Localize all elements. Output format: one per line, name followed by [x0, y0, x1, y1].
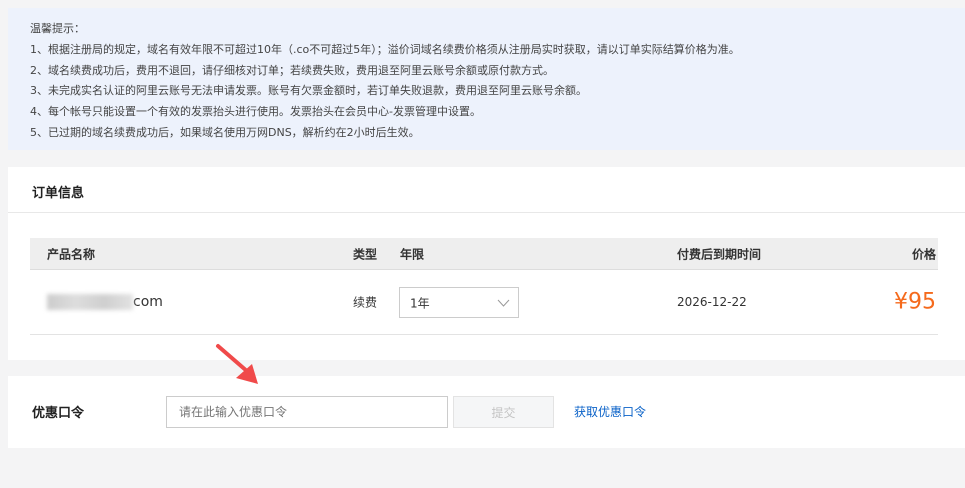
- submit-button[interactable]: 提交: [453, 396, 554, 428]
- order-info-title: 订单信息: [32, 186, 85, 201]
- notice-line: 3、未完成实名认证的阿里云账号无法申请发票。账号有欠票金额时，若订单失败退款，费…: [30, 84, 587, 98]
- coupon-label: 优惠口令: [32, 406, 85, 421]
- order-info-panel: 订单信息 产品名称 类型 年限 付费后到期时间 价格 com 续费 1年 202…: [8, 167, 965, 360]
- price: ¥95: [894, 289, 936, 315]
- coupon-panel: 优惠口令 提交 获取优惠口令: [8, 376, 965, 448]
- blurred-domain: [47, 294, 133, 310]
- table-header: 产品名称 类型 年限 付费后到期时间 价格: [30, 238, 938, 270]
- chevron-down-icon: [497, 296, 510, 310]
- domain-name: com: [47, 294, 163, 310]
- notice-line: 5、已过期的域名续费成功后，如果域名使用万网DNS，解析约在2小时后生效。: [30, 125, 420, 139]
- notice-line: 4、每个帐号只能设置一个有效的发票抬头进行使用。发票抬头在会员中心-发票管理中设…: [30, 105, 481, 119]
- get-coupon-link[interactable]: 获取优惠口令: [574, 403, 646, 420]
- header-product: 产品名称: [47, 247, 96, 261]
- header-type: 类型: [353, 247, 378, 261]
- header-price: 价格: [911, 247, 936, 261]
- notice-box: 温馨提示： 1、根据注册局的规定，域名有效年限不可超过10年（.co不可超过5年…: [8, 8, 965, 150]
- expiry-date: 2026-12-22: [677, 295, 747, 309]
- divider: [8, 212, 965, 213]
- red-arrow-annotation: [216, 344, 258, 384]
- header-expiry: 付费后到期时间: [677, 247, 762, 261]
- header-years: 年限: [400, 247, 425, 261]
- years-select[interactable]: 1年: [399, 287, 519, 318]
- order-type: 续费: [353, 295, 378, 310]
- years-value: 1年: [410, 296, 430, 310]
- notice-line: 1、根据注册局的规定，域名有效年限不可超过10年（.co不可超过5年）；溢价词域…: [30, 42, 740, 56]
- notice-title: 温馨提示：: [30, 22, 85, 35]
- coupon-input[interactable]: [166, 396, 448, 428]
- notice-line: 2、域名续费成功后，费用不退回，请仔细核对订单；若续费失败，费用退至阿里云账号余…: [30, 63, 554, 77]
- table-row: com 续费 1年 2026-12-22 ¥95: [30, 270, 938, 335]
